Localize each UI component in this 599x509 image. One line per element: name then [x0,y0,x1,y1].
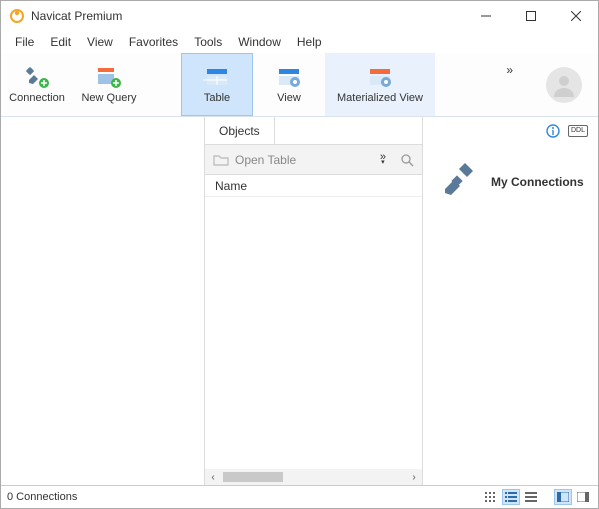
materialized-view-icon [366,66,394,88]
menubar: File Edit View Favorites Tools Window He… [1,31,598,53]
menu-help[interactable]: Help [289,33,330,51]
window-controls [463,1,598,31]
toolbar-more-button[interactable]: » [506,63,513,77]
menu-edit[interactable]: Edit [42,33,79,51]
subtoolbar-more-button[interactable]: »▾ [380,154,386,166]
connection-button[interactable]: Connection [1,53,73,116]
objects-pane: Objects Open Table »▾ Name ‹ › [205,117,423,485]
toolbar: Connection New Query Table View Mat [1,53,598,117]
objects-subtoolbar: Open Table »▾ [205,145,422,175]
ddl-icon[interactable]: DDL [568,125,588,137]
view-details-button[interactable] [522,489,540,505]
window-title: Navicat Premium [31,9,463,23]
column-name-label: Name [215,179,247,193]
titlebar: Navicat Premium [1,1,598,31]
view-label: View [277,92,301,104]
tab-objects[interactable]: Objects [205,117,275,144]
menu-file[interactable]: File [7,33,42,51]
plug-icon [23,66,51,88]
horizontal-scrollbar[interactable]: ‹ › [205,469,422,485]
materialized-view-label: Materialized View [337,92,423,104]
connections-icon [435,159,481,205]
info-pane: DDL My Connections [423,117,598,485]
tab-objects-label: Objects [219,124,260,138]
view-list-button[interactable] [502,489,520,505]
menu-window[interactable]: Window [230,33,289,51]
status-text: 0 Connections [7,491,482,503]
menu-view[interactable]: View [79,33,121,51]
view-button[interactable]: View [253,53,325,116]
folder-icon [213,152,229,168]
menu-favorites[interactable]: Favorites [121,33,186,51]
minimize-button[interactable] [463,1,508,31]
app-icon [9,8,25,24]
view-small-icons-button[interactable] [482,489,500,505]
open-table-label[interactable]: Open Table [235,153,296,167]
scroll-thumb[interactable] [223,472,283,482]
statusbar: 0 Connections [1,486,598,508]
table-button[interactable]: Table [181,53,253,116]
scroll-left-icon[interactable]: ‹ [205,472,221,483]
close-button[interactable] [553,1,598,31]
maximize-button[interactable] [508,1,553,31]
toggle-right-pane-button[interactable] [574,489,592,505]
main-body: Objects Open Table »▾ Name ‹ › [1,117,598,486]
new-query-label: New Query [81,92,136,104]
objects-list[interactable] [205,197,422,469]
objects-tabbar: Objects [205,117,422,145]
query-icon [95,66,123,88]
menu-tools[interactable]: Tools [186,33,230,51]
info-title: My Connections [491,175,584,189]
materialized-view-button[interactable]: Materialized View [325,53,435,116]
info-icon[interactable] [546,124,560,138]
scroll-right-icon[interactable]: › [406,472,422,483]
search-icon[interactable] [400,153,414,167]
connection-label: Connection [9,92,65,104]
connection-tree-pane[interactable] [1,117,205,485]
user-avatar[interactable] [546,67,582,103]
view-icon [275,66,303,88]
new-query-button[interactable]: New Query [73,53,145,116]
table-icon [203,66,231,88]
toggle-left-pane-button[interactable] [554,489,572,505]
column-header[interactable]: Name [205,175,422,197]
table-label: Table [204,92,230,104]
